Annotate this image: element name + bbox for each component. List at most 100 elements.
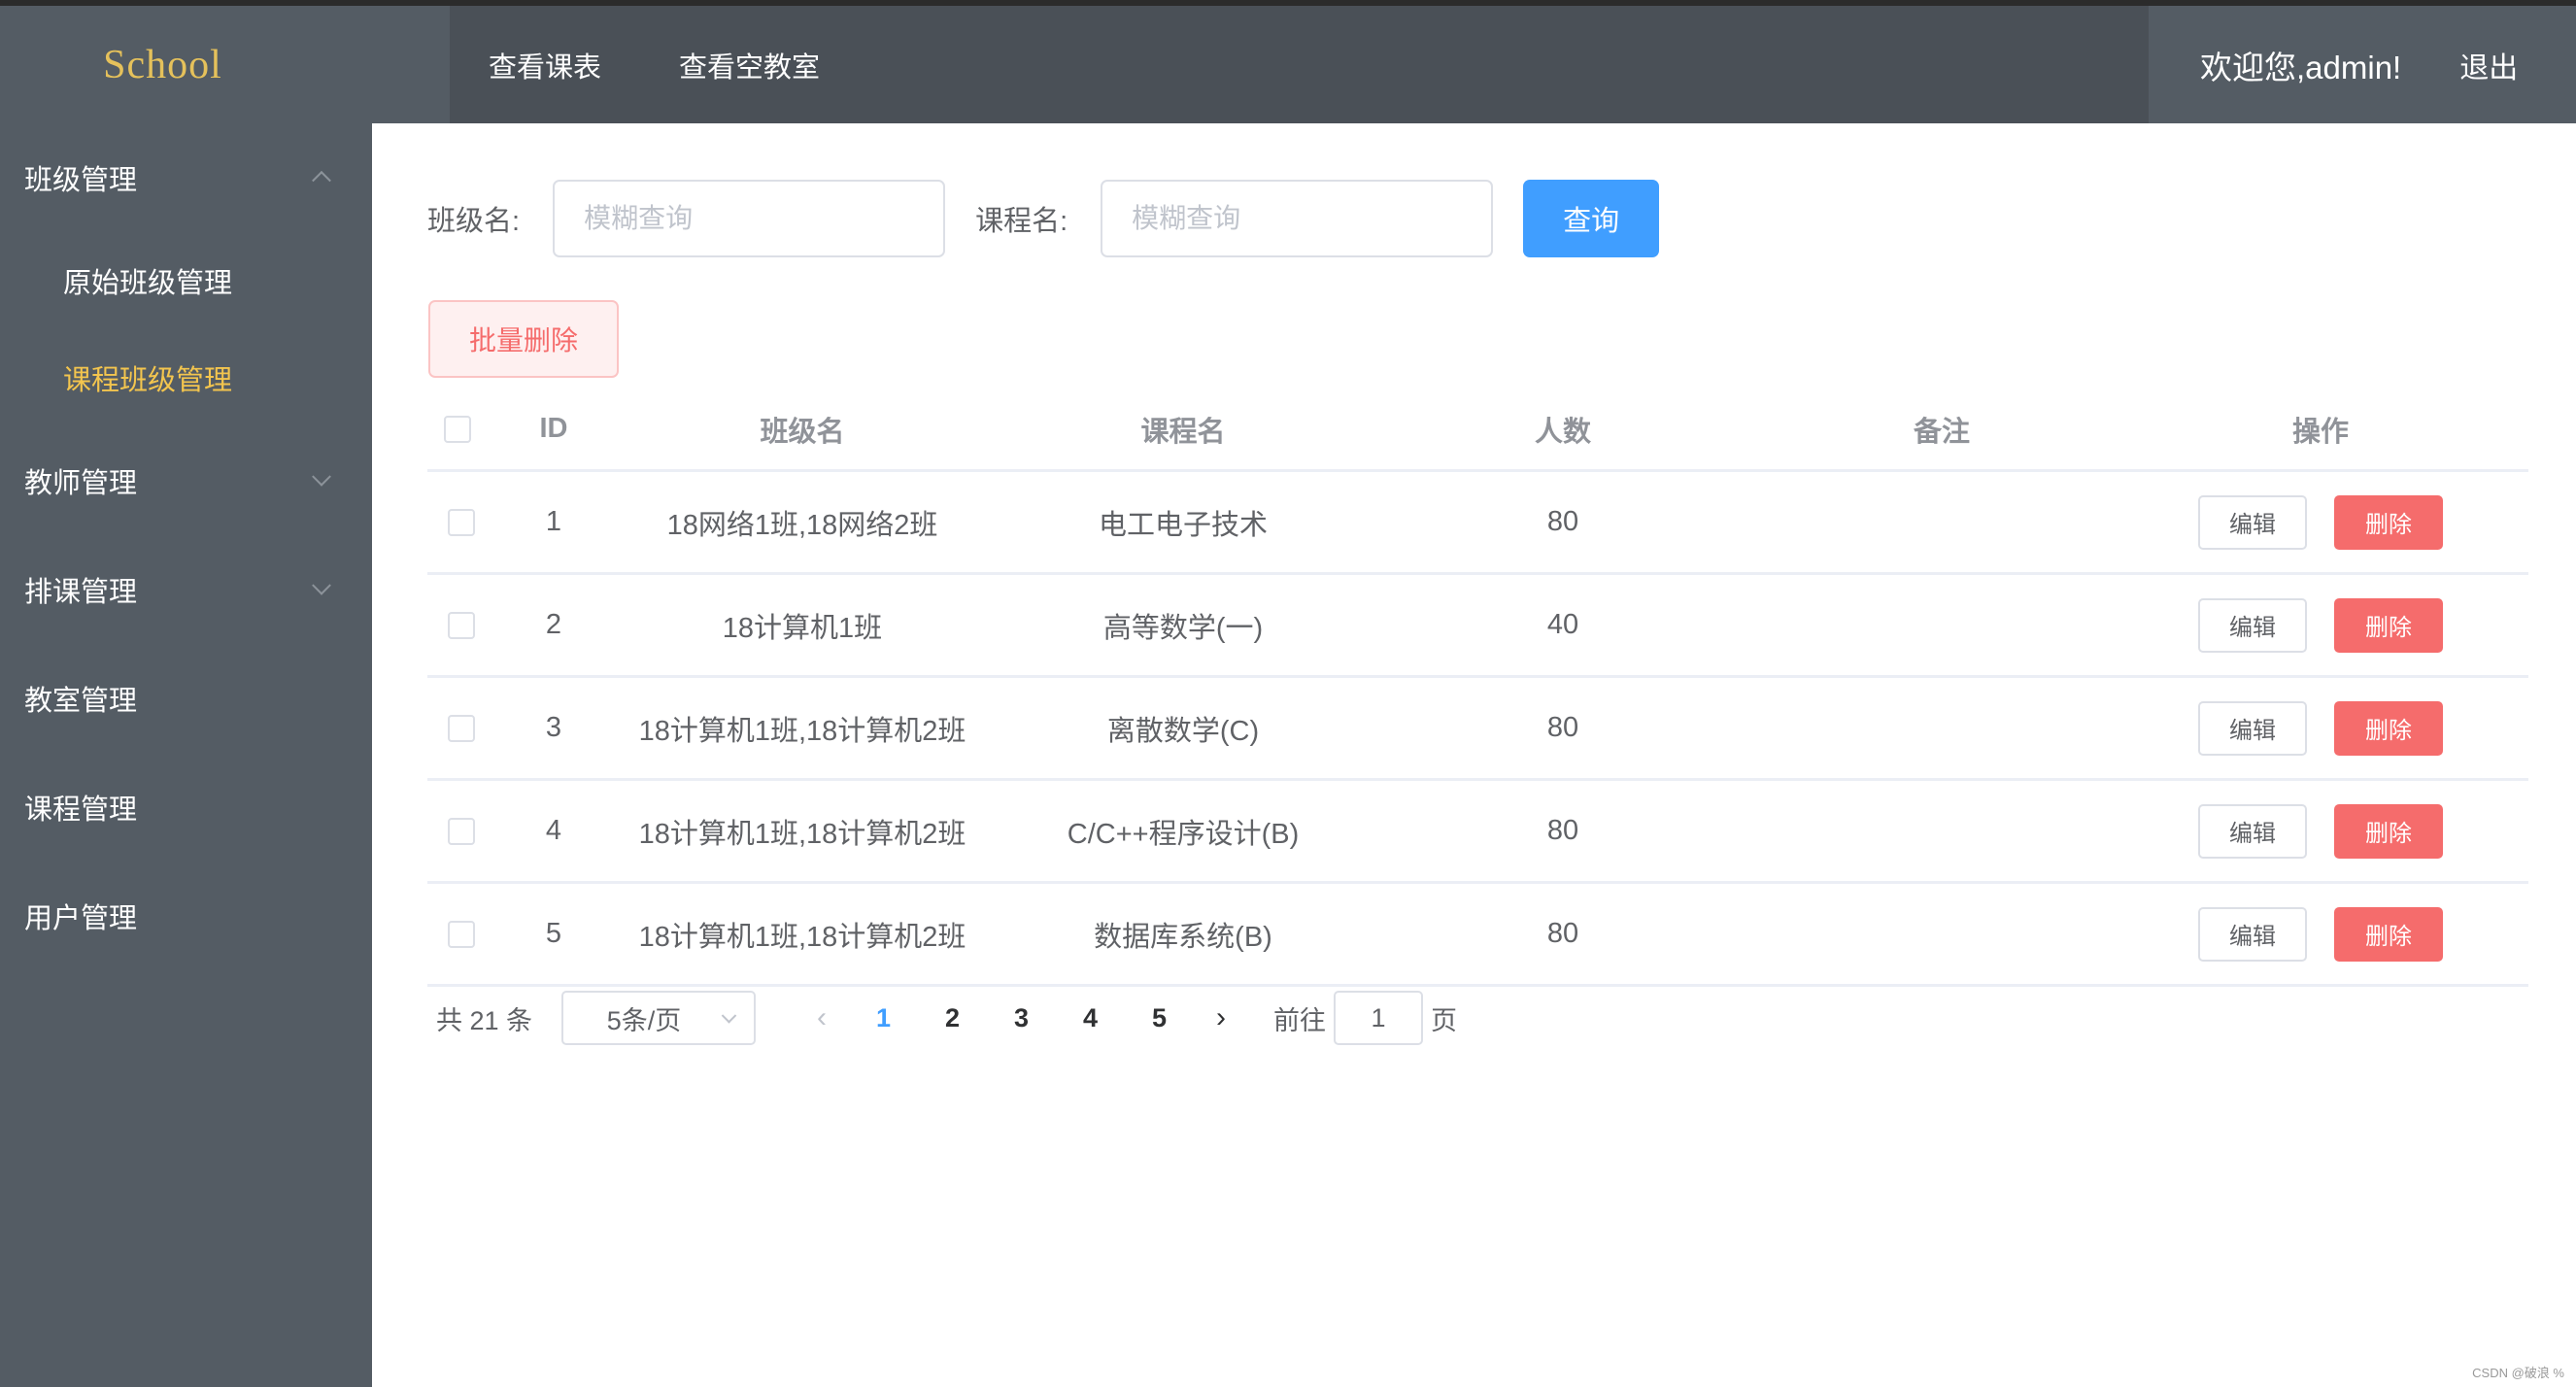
pagination: 共 21 条 5条/页 ‹ 1 2 3 4 5 › 前往 页 <box>436 991 1457 1045</box>
table-row: 3 18计算机1班,18计算机2班 离散数学(C) 80 编辑 删除 <box>427 678 2528 781</box>
page-size-select[interactable]: 5条/页 <box>561 991 757 1045</box>
table-row: 2 18计算机1班 高等数学(一) 40 编辑 删除 <box>427 575 2528 678</box>
row-checkbox[interactable] <box>448 714 475 742</box>
nav-view-timetable[interactable]: 查看课表 <box>450 6 640 123</box>
column-header-id: ID <box>539 413 568 444</box>
edit-button[interactable]: 编辑 <box>2198 700 2307 756</box>
delete-button[interactable]: 删除 <box>2334 803 2443 859</box>
watermark: CSDN @破浪 % <box>2472 1366 2564 1380</box>
sidebar-item-original-class-management[interactable]: 原始班级管理 <box>0 232 372 329</box>
chevron-down-icon <box>312 575 331 595</box>
cell-actions: 编辑 删除 <box>2131 700 2510 756</box>
delete-button[interactable]: 删除 <box>2334 700 2443 756</box>
jump-page-input[interactable] <box>1334 991 1424 1045</box>
page-2[interactable]: 2 <box>918 991 987 1045</box>
logout-link[interactable]: 退出 <box>2459 44 2518 86</box>
main-content: 班级名: 课程名: 查询 批量删除 ID 班级名 课程名 人数 备注 操作 1 … <box>372 123 2576 1387</box>
sidebar-item-classroom-management[interactable]: 教室管理 <box>0 644 372 753</box>
next-page-button[interactable]: › <box>1194 991 1248 1045</box>
cell-id: 2 <box>545 609 562 640</box>
cell-count: 40 <box>1546 609 1579 640</box>
cell-count: 80 <box>1546 918 1579 949</box>
nav-view-empty-classrooms[interactable]: 查看空教室 <box>640 6 859 123</box>
page-4[interactable]: 4 <box>1056 991 1125 1045</box>
delete-button[interactable]: 删除 <box>2334 494 2443 550</box>
sidebar-item-course-management[interactable]: 课程管理 <box>0 753 372 862</box>
edit-button[interactable]: 编辑 <box>2198 597 2307 653</box>
jump-label: 前往 <box>1273 1005 1327 1035</box>
class-name-input[interactable] <box>553 180 946 257</box>
cell-course-name: 数据库系统(B) <box>1094 921 1272 953</box>
header-checkbox-cell <box>427 415 495 443</box>
query-button[interactable]: 查询 <box>1523 180 1660 257</box>
chevron-up-icon <box>312 170 331 190</box>
sidebar-item-label: 教室管理 <box>24 686 138 717</box>
cell-id: 4 <box>545 815 562 846</box>
search-form: 班级名: 课程名: 查询 <box>427 180 1660 257</box>
cell-class-name: 18网络1班,18网络2班 <box>666 509 938 541</box>
page-3[interactable]: 3 <box>987 991 1056 1045</box>
top-nav: 查看课表 查看空教室 <box>450 6 2149 123</box>
cell-id: 1 <box>545 506 562 537</box>
table-row: 1 18网络1班,18网络2班 电工电子技术 80 编辑 删除 <box>427 472 2528 575</box>
column-header-course-name: 课程名 <box>1140 416 1226 448</box>
class-name-label: 班级名: <box>427 206 521 237</box>
row-checkbox-cell <box>427 817 495 845</box>
cell-class-name: 18计算机1班,18计算机2班 <box>638 818 966 850</box>
sidebar-item-teacher-management[interactable]: 教师管理 <box>0 426 372 535</box>
edit-button[interactable]: 编辑 <box>2198 803 2307 859</box>
top-header: School 查看课表 查看空教室 欢迎您,admin! 退出 <box>0 6 2576 123</box>
total-count: 共 21 条 <box>436 1005 533 1035</box>
batch-delete-button[interactable]: 批量删除 <box>428 300 619 378</box>
row-checkbox-cell <box>427 714 495 742</box>
jump-suffix: 页 <box>1431 1005 1458 1035</box>
column-header-note: 备注 <box>1913 416 1970 448</box>
delete-button[interactable]: 删除 <box>2334 906 2443 962</box>
sidebar-item-course-class-management[interactable]: 课程班级管理 <box>0 329 372 426</box>
sidebar-item-schedule-management[interactable]: 排课管理 <box>0 535 372 644</box>
course-name-label: 课程名: <box>975 206 1068 237</box>
sidebar-item-label: 课程班级管理 <box>63 365 233 396</box>
sidebar-item-label: 排课管理 <box>24 577 138 608</box>
course-name-input[interactable] <box>1101 180 1494 257</box>
cell-actions: 编辑 删除 <box>2131 597 2510 653</box>
app-logo: School <box>103 42 222 87</box>
edit-button[interactable]: 编辑 <box>2198 494 2307 550</box>
welcome-text: 欢迎您,admin! <box>2200 49 2402 85</box>
cell-id: 3 <box>545 712 562 743</box>
cell-count: 80 <box>1546 815 1579 846</box>
sidebar-item-label: 原始班级管理 <box>63 268 233 299</box>
chevron-down-icon <box>721 1008 737 1024</box>
row-checkbox[interactable] <box>448 817 475 845</box>
cell-course-name: C/C++程序设计(B) <box>1067 818 1300 850</box>
cell-actions: 编辑 删除 <box>2131 494 2510 550</box>
sidebar-item-label: 课程管理 <box>24 795 138 826</box>
sidebar-item-class-management[interactable]: 班级管理 <box>0 123 372 232</box>
cell-class-name: 18计算机1班,18计算机2班 <box>638 921 966 953</box>
submenu-class-management: 原始班级管理 课程班级管理 <box>0 232 372 426</box>
row-checkbox[interactable] <box>448 920 475 948</box>
edit-button[interactable]: 编辑 <box>2198 906 2307 962</box>
course-class-table: ID 班级名 课程名 人数 备注 操作 1 18网络1班,18网络2班 电工电子… <box>427 389 2528 987</box>
prev-page-button[interactable]: ‹ <box>795 991 849 1045</box>
table-row: 5 18计算机1班,18计算机2班 数据库系统(B) 80 编辑 删除 <box>427 884 2528 987</box>
page-1[interactable]: 1 <box>849 991 918 1045</box>
sidebar-item-label: 用户管理 <box>24 903 138 934</box>
row-checkbox[interactable] <box>448 508 475 536</box>
delete-button[interactable]: 删除 <box>2334 597 2443 653</box>
cell-count: 80 <box>1546 506 1579 537</box>
sidebar-item-label: 班级管理 <box>24 165 138 196</box>
row-checkbox-cell <box>427 920 495 948</box>
chevron-down-icon <box>312 466 331 487</box>
cell-class-name: 18计算机1班,18计算机2班 <box>638 715 966 747</box>
row-checkbox-cell <box>427 508 495 536</box>
cell-actions: 编辑 删除 <box>2131 803 2510 859</box>
sidebar-item-user-management[interactable]: 用户管理 <box>0 862 372 970</box>
row-checkbox-cell <box>427 611 495 639</box>
cell-course-name: 离散数学(C) <box>1106 715 1260 747</box>
select-all-checkbox[interactable] <box>444 415 471 443</box>
row-checkbox[interactable] <box>448 611 475 639</box>
cell-count: 80 <box>1546 712 1579 743</box>
page-size-value: 5条/页 <box>606 1005 682 1035</box>
page-5[interactable]: 5 <box>1125 991 1194 1045</box>
